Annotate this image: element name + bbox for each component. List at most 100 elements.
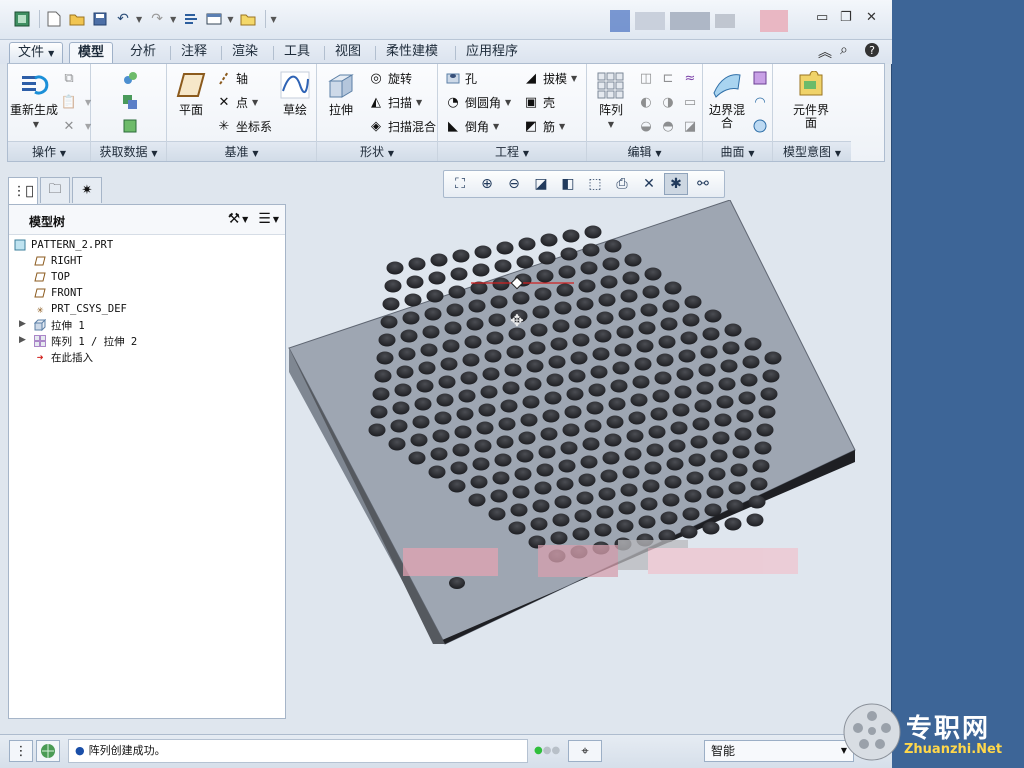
refit-icon[interactable]: ⛶ xyxy=(448,173,472,195)
datum-display-icon[interactable]: ✕ xyxy=(637,173,661,195)
group-label-editing[interactable]: 编辑 ▼ xyxy=(587,141,702,161)
hole-button[interactable]: 孔 xyxy=(444,68,477,88)
tab-applications[interactable]: 应用程序 xyxy=(458,42,526,64)
saved-orientations-icon[interactable]: ⬚ xyxy=(583,173,607,195)
search-icon[interactable]: ⌕ xyxy=(840,42,848,58)
tab-file[interactable]: 文件 ▼ xyxy=(9,42,64,64)
group-label-datum[interactable]: 基准 ▼ xyxy=(167,141,316,161)
close-icon[interactable]: ✕ xyxy=(866,10,877,25)
project-icon[interactable]: ≈ xyxy=(681,68,702,88)
spin-center-icon[interactable]: ✱ xyxy=(664,173,688,195)
tab-annotate[interactable]: 注释 xyxy=(173,42,215,64)
tree-item-right[interactable]: RIGHT xyxy=(33,253,83,269)
tree-settings-icon[interactable]: ⚒ xyxy=(228,211,241,227)
folder-browser-tab-icon[interactable]: 🗀 xyxy=(40,177,70,203)
collapse-ribbon-icon[interactable]: ︽ xyxy=(818,42,832,62)
axis-button[interactable]: 轴 xyxy=(215,68,248,88)
windows-icon[interactable] xyxy=(204,9,224,29)
tree-item-pattern-1[interactable]: 阵列 1 / 拉伸 2 xyxy=(33,333,137,349)
tree-item-insert-here[interactable]: ➜ 在此插入 xyxy=(33,349,93,365)
graphics-window[interactable]: ✥ xyxy=(288,199,886,720)
selection-filter[interactable]: 智能 ▼ xyxy=(704,740,854,762)
expand-extrude-icon[interactable]: ▶ xyxy=(19,319,26,329)
new-file-icon[interactable] xyxy=(44,9,64,29)
app-menu-icon[interactable] xyxy=(12,9,32,29)
chamfer-button[interactable]: ◣ 倒角 ▼ xyxy=(444,116,499,136)
trim-icon[interactable]: ◑ xyxy=(659,92,680,112)
group-label-operations[interactable]: 操作 ▼ xyxy=(8,141,90,161)
sweep-button[interactable]: ◭ 扫描 ▼ xyxy=(367,92,422,112)
repaint-icon[interactable]: ◪ xyxy=(529,173,553,195)
tree-item-front[interactable]: FRONT xyxy=(33,285,83,301)
minimize-icon[interactable]: ▭ xyxy=(816,10,828,25)
browser-toggle-icon[interactable] xyxy=(36,740,60,762)
shell-button[interactable]: ▣ 壳 xyxy=(522,92,555,112)
annotation-display-icon[interactable]: ⚯ xyxy=(691,173,715,195)
thicken-icon[interactable]: ◪ xyxy=(681,116,702,136)
undo-icon[interactable]: ↶ xyxy=(113,9,133,29)
intersect-icon[interactable]: ◒ xyxy=(637,116,658,136)
redo-icon[interactable]: ↷ xyxy=(147,9,167,29)
close-window-icon[interactable] xyxy=(238,9,258,29)
copy-icon[interactable]: ⧉ xyxy=(60,68,81,88)
group-label-engineering[interactable]: 工程 ▼ xyxy=(438,141,586,161)
shrinkwrap-icon[interactable] xyxy=(121,116,142,136)
display-style-icon[interactable]: ◧ xyxy=(556,173,580,195)
delete-icon[interactable]: ✕ ▼ xyxy=(60,116,92,136)
offset-icon[interactable]: ▭ xyxy=(681,92,702,112)
find-icon[interactable]: ⌖ xyxy=(568,740,602,762)
tab-model[interactable]: 模型 xyxy=(69,42,114,64)
save-icon[interactable] xyxy=(90,9,110,29)
plane-button[interactable]: 平面 xyxy=(169,70,213,117)
user-defined-feature-icon[interactable] xyxy=(121,68,142,88)
mirror-icon[interactable]: ◫ xyxy=(637,68,658,88)
component-interface-button[interactable]: 元件界面 xyxy=(789,70,833,130)
pattern-button[interactable]: 阵列 ▼ xyxy=(589,70,633,131)
expand-pattern-icon[interactable]: ▶ xyxy=(19,335,26,345)
group-label-surfaces[interactable]: 曲面 ▼ xyxy=(703,141,772,161)
model-viewport[interactable]: ✥ xyxy=(288,199,886,720)
style-icon[interactable] xyxy=(751,68,772,88)
regenerate-button[interactable]: 重新生成▼ xyxy=(10,70,58,131)
freestyle-icon[interactable]: ◠ xyxy=(751,92,772,112)
tab-render[interactable]: 渲染 xyxy=(224,42,266,64)
help-icon[interactable]: ? xyxy=(864,42,880,62)
tree-item-part[interactable]: PATTERN_2.PRT xyxy=(13,237,113,253)
copy-geometry-icon[interactable] xyxy=(121,92,142,112)
csys-button[interactable]: ✳ 坐标系 xyxy=(215,116,272,136)
extend-icon[interactable]: ⊏ xyxy=(659,68,680,88)
model-tree-tab-icon[interactable]: ⋮⃞ xyxy=(8,177,38,205)
tab-tools[interactable]: 工具 xyxy=(276,42,318,64)
group-label-shapes[interactable]: 形状 ▼ xyxy=(317,141,437,161)
tree-item-top[interactable]: TOP xyxy=(33,269,70,285)
tab-view[interactable]: 视图 xyxy=(327,42,369,64)
view-manager-icon[interactable]: ⎙ xyxy=(610,173,634,195)
zoom-out-icon[interactable]: ⊖ xyxy=(502,173,526,195)
extrude-button[interactable]: 拉伸 xyxy=(319,70,363,117)
open-folder-icon[interactable] xyxy=(67,9,87,29)
regenerate-icon[interactable] xyxy=(181,9,201,29)
customize-toolbar-icon[interactable]: ▼ xyxy=(270,15,276,24)
maximize-icon[interactable]: ❐ xyxy=(840,10,852,25)
zoom-in-icon[interactable]: ⊕ xyxy=(475,173,499,195)
navigator-toggle-icon[interactable]: ⋮ xyxy=(9,740,33,762)
show-icon[interactable]: ☰ xyxy=(258,211,271,227)
tab-flexible-modeling[interactable]: 柔性建模 xyxy=(378,42,446,64)
tree-item-extrude-1[interactable]: 拉伸 1 xyxy=(33,317,85,333)
favorites-tab-icon[interactable]: ✷ xyxy=(72,177,102,203)
paste-icon[interactable]: 📋 ▼ xyxy=(60,92,91,112)
draft-button[interactable]: ◢ 拔模 ▼ xyxy=(522,68,577,88)
fill-surface-icon[interactable] xyxy=(751,116,772,136)
tab-analysis[interactable]: 分析 xyxy=(122,42,164,64)
rib-button[interactable]: ◩ 筋 ▼ xyxy=(522,116,565,136)
revolve-button[interactable]: ◎ 旋转 xyxy=(367,68,412,88)
solidify-icon[interactable]: ◓ xyxy=(659,116,680,136)
boundary-blend-button[interactable]: 边界混合 xyxy=(705,70,749,130)
group-label-get-data[interactable]: 获取数据 ▼ xyxy=(91,141,166,161)
tree-item-csys[interactable]: ✳ PRT_CSYS_DEF xyxy=(33,301,127,317)
group-label-model-intent[interactable]: 模型意图 ▼ xyxy=(773,141,851,161)
round-button[interactable]: ◔ 倒圆角 ▼ xyxy=(444,92,511,112)
merge-icon[interactable]: ◐ xyxy=(637,92,658,112)
point-button[interactable]: ✕ 点 ▼ xyxy=(215,92,259,112)
swept-blend-button[interactable]: ◈ 扫描混合 xyxy=(367,116,436,136)
